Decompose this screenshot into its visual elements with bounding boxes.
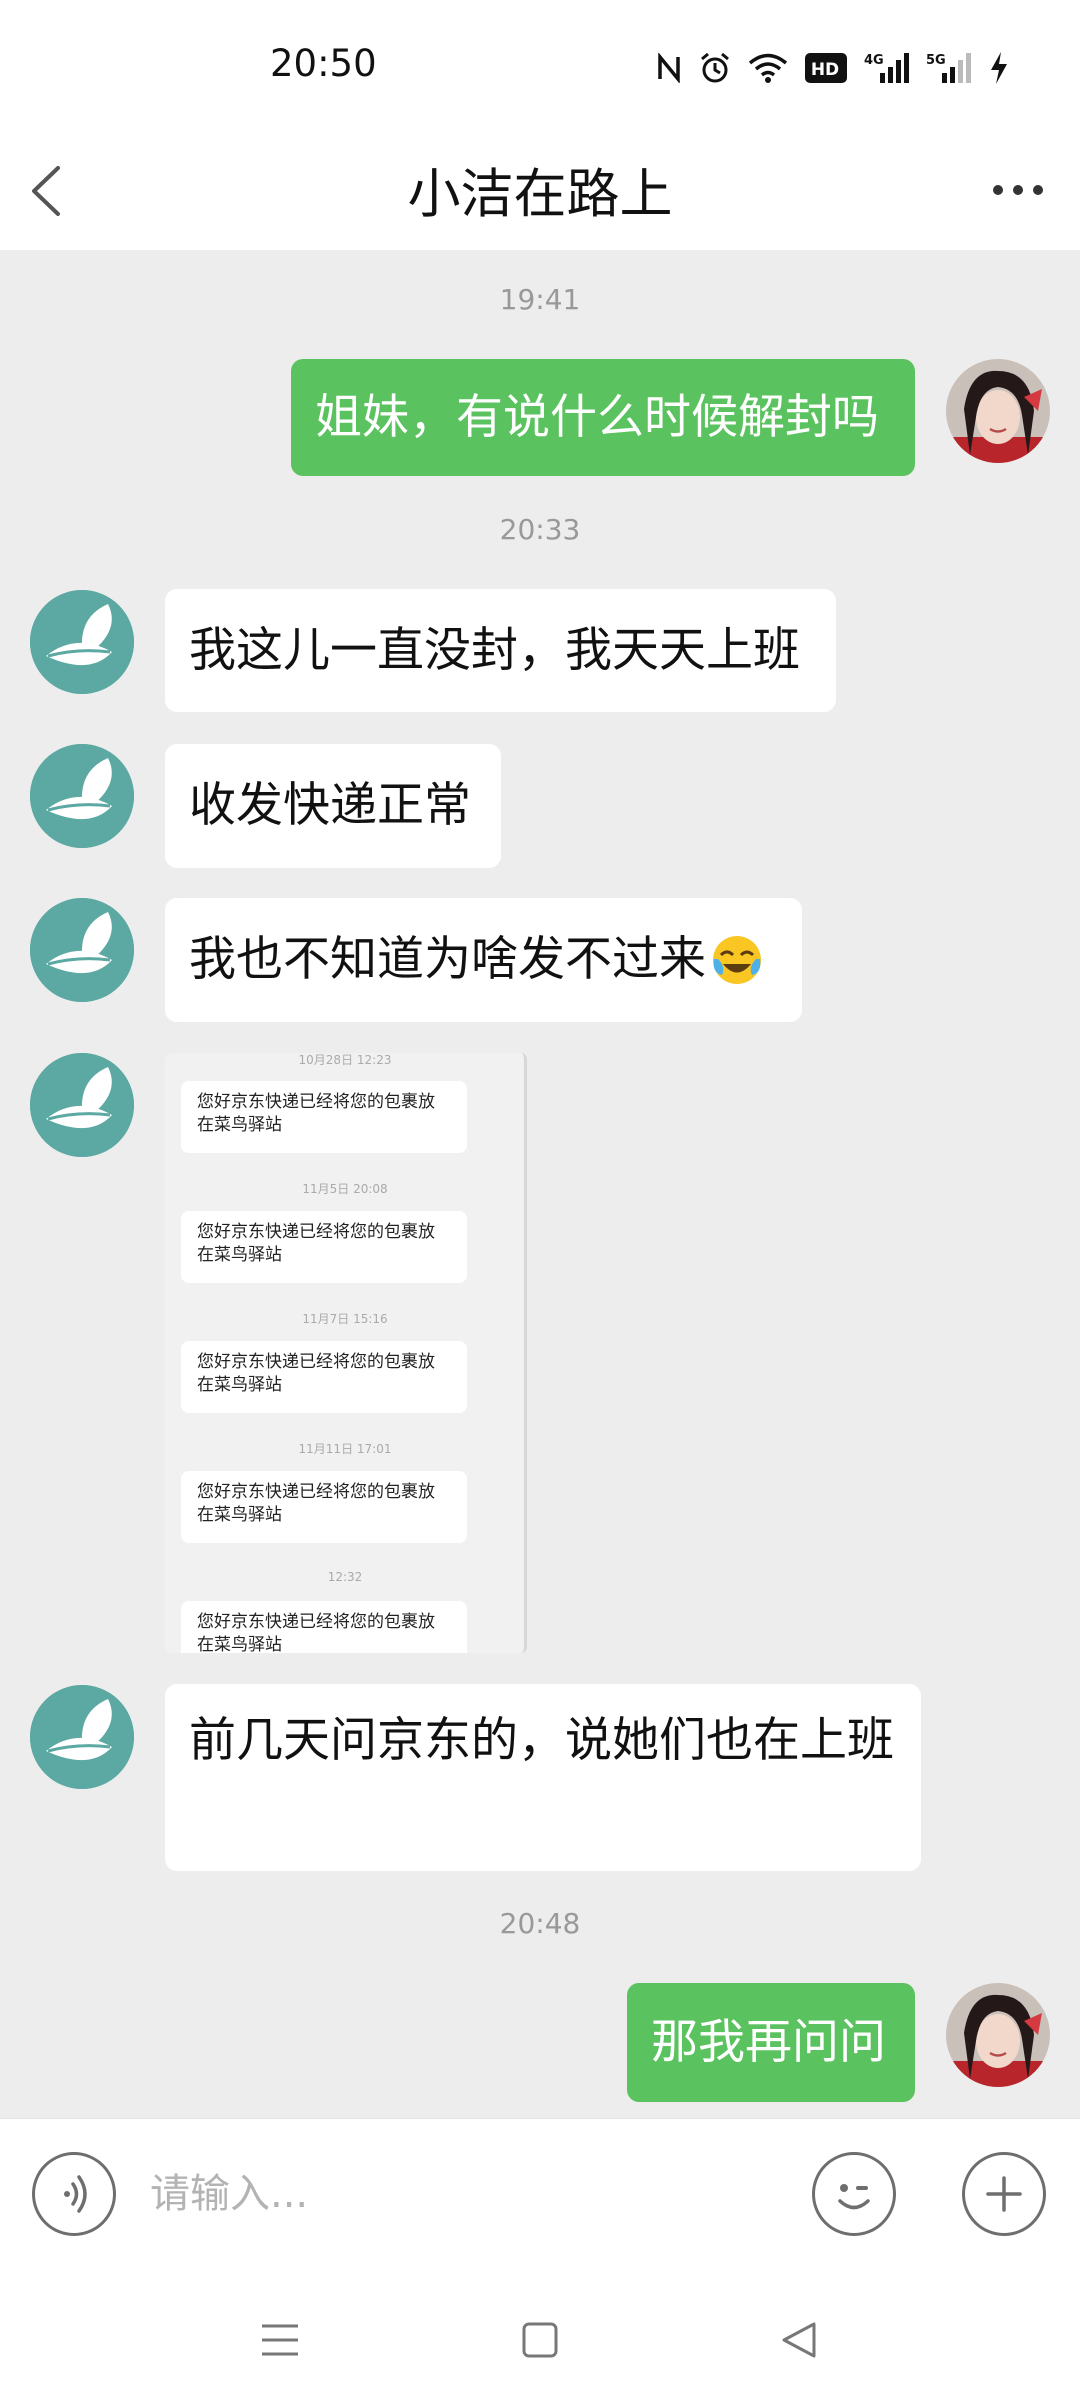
voice-input-button[interactable]: [32, 2152, 116, 2236]
image-notification-bubble: 您好京东快递已经将您的包裹放在菜鸟驿站: [181, 1081, 467, 1153]
message-text: 收发快递正常: [189, 778, 471, 833]
menu-lines-icon: [262, 2324, 298, 2356]
image-notification-bubble: 您好京东快递已经将您的包裹放在菜鸟驿站: [181, 1341, 467, 1413]
leaf-logo-icon: [30, 1685, 134, 1789]
leaf-logo-icon: [30, 1053, 134, 1157]
input-bar: [0, 2118, 1080, 2270]
net-5g-label: 5G: [926, 53, 946, 68]
contact-avatar[interactable]: [30, 744, 134, 848]
hd-label: HD: [811, 60, 839, 80]
image-timestamp: 11月11日 17:01: [298, 1442, 392, 1456]
image-timestamp: 10月28日 12:23: [298, 1053, 392, 1067]
message-input[interactable]: [150, 2159, 770, 2229]
message-bubble-self[interactable]: 姐妹，有说什么时候解封吗: [291, 359, 915, 476]
self-avatar[interactable]: [946, 1983, 1050, 2087]
square-icon: [522, 2322, 558, 2358]
image-notification-bubble: 您好京东快递已经将您的包裹放在菜鸟驿站: [181, 1211, 467, 1283]
system-navigation-bar: [0, 2270, 1080, 2400]
wifi-icon: [748, 52, 788, 84]
image-notification-bubble: 您好京东快递已经将您的包裹放在菜鸟驿站: [181, 1471, 467, 1543]
message-text: 前几天问京东的，说她们也在上班: [189, 1713, 894, 1768]
leaf-logo-icon: [30, 590, 134, 694]
contact-avatar[interactable]: [30, 898, 134, 1002]
message-bubble-other[interactable]: 前几天问京东的，说她们也在上班: [165, 1684, 921, 1871]
more-dot-icon: [1013, 185, 1023, 195]
message-bubble-other[interactable]: 收发快递正常: [165, 744, 501, 868]
page-title: 小洁在路上: [407, 164, 673, 225]
emoji-button[interactable]: [812, 2152, 896, 2236]
status-icons: HD 4G 5G: [656, 48, 1010, 88]
message-timestamp: 20:33: [499, 513, 581, 546]
hd-icon: HD: [804, 52, 848, 84]
image-timestamp: 12:32: [327, 1570, 363, 1584]
image-message[interactable]: 10月28日 12:23 您好京东快递已经将您的包裹放在菜鸟驿站 11月5日 2…: [165, 1053, 527, 1653]
status-bar: 20:50 HD 4G 5G: [0, 0, 1080, 130]
chat-header: 小洁在路上: [0, 130, 1080, 250]
smiley-icon: [838, 2184, 870, 2210]
message-bubble-self[interactable]: 那我再问问: [627, 1983, 915, 2102]
nfc-icon: [656, 53, 682, 83]
crying-laughing-emoji-icon: [713, 936, 761, 984]
charging-icon: [988, 51, 1010, 85]
signal-4g-icon: 4G: [864, 51, 910, 85]
avatar-photo: [946, 1983, 1050, 2087]
image-notification-bubble: 您好京东快递已经将您的包裹放在菜鸟驿站: [181, 1601, 467, 1653]
leaf-logo-icon: [30, 744, 134, 848]
net-4g-label: 4G: [864, 53, 884, 68]
message-text: 那我再问问: [651, 2014, 886, 2070]
contact-avatar[interactable]: [30, 1685, 134, 1789]
recent-apps-button[interactable]: [250, 2310, 310, 2370]
triangle-back-icon: [782, 2322, 816, 2358]
message-text: 我这儿一直没封，我天天上班: [189, 622, 800, 678]
contact-avatar[interactable]: [30, 590, 134, 694]
signal-5g-icon: 5G: [926, 51, 972, 85]
plus-icon: [986, 2176, 1022, 2212]
more-dot-icon: [993, 185, 1003, 195]
message-timestamp: 19:41: [499, 283, 581, 316]
voice-icon: [64, 2175, 87, 2213]
message-timestamp: 20:48: [499, 1907, 581, 1940]
contact-avatar[interactable]: [30, 1053, 134, 1157]
message-text: 姐妹，有说什么时候解封吗: [315, 389, 879, 445]
more-dot-icon: [1033, 185, 1043, 195]
avatar-photo: [946, 359, 1050, 463]
status-time: 20:50: [270, 42, 377, 85]
image-timestamp: 11月5日 20:08: [302, 1182, 388, 1196]
more-options-button[interactable]: [978, 160, 1058, 220]
self-avatar[interactable]: [946, 359, 1050, 463]
image-timestamp: 11月7日 15:16: [302, 1312, 388, 1326]
leaf-logo-icon: [30, 898, 134, 1002]
message-bubble-other[interactable]: 我也不知道为啥发不过来: [165, 898, 802, 1022]
alarm-icon: [698, 51, 732, 85]
more-actions-button[interactable]: [962, 2152, 1046, 2236]
home-button[interactable]: [510, 2310, 570, 2370]
message-bubble-other[interactable]: 我这儿一直没封，我天天上班: [165, 589, 836, 712]
message-text: 我也不知道为啥发不过来: [189, 932, 706, 987]
system-back-button[interactable]: [768, 2310, 828, 2370]
